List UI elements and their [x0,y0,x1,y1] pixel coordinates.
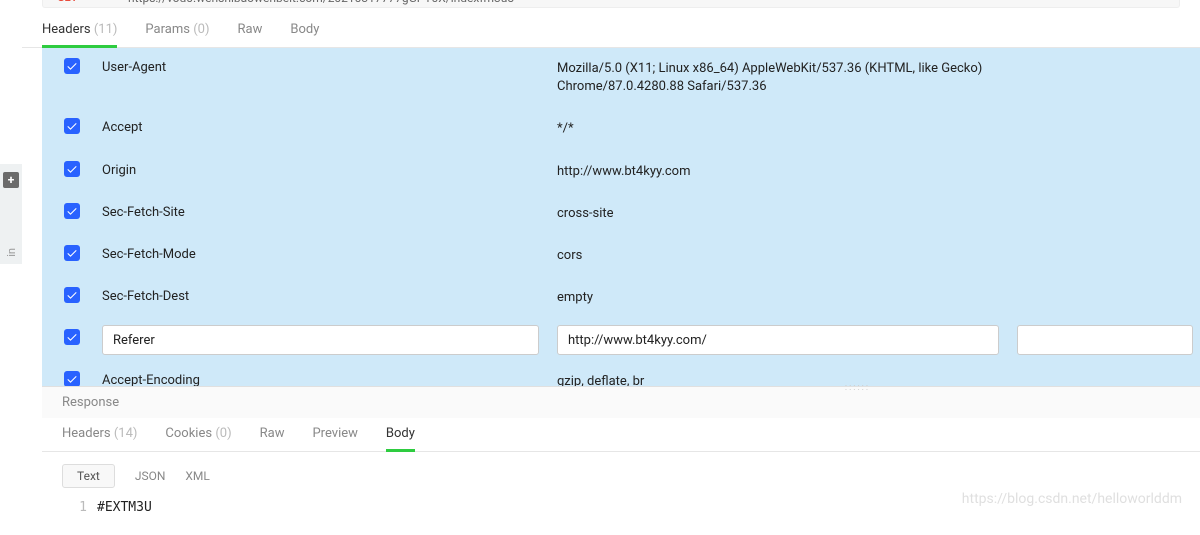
header-checkbox[interactable] [64,329,80,345]
response-body: 1 #EXTM3U [42,500,1200,515]
header-name[interactable]: Origin [102,157,557,184]
header-row: Sec-Fetch-Destempty [42,277,1200,319]
header-name[interactable] [102,325,557,355]
header-checkbox[interactable] [64,161,80,177]
method-badge: GET [57,0,78,4]
line-number: 1 [42,500,97,515]
resp-tab-preview[interactable]: Preview [312,426,357,451]
header-value[interactable]: cross-site [557,199,1017,229]
resp-tab-headers-count: (14) [114,426,138,441]
resp-tab-headers[interactable]: Headers (14) [62,426,137,451]
tab-headers[interactable]: Headers (11) [42,22,117,47]
request-url: https://vod0.wenshibaowenbelt.com/202103… [128,0,514,5]
header-row: Sec-Fetch-Modecors [42,235,1200,277]
format-text[interactable]: Text [62,464,115,488]
header-value-input[interactable] [557,325,999,355]
add-panel-icon[interactable] [3,172,19,188]
resp-tab-preview-label: Preview [312,426,357,441]
header-name[interactable]: Sec-Fetch-Site [102,199,557,226]
response-tabs: Headers (14) Cookies (0) Raw Preview Bod… [42,418,1200,452]
header-name[interactable]: Sec-Fetch-Mode [102,241,557,268]
header-value[interactable]: empty [557,283,1017,313]
header-name[interactable]: Accept-Encoding [102,367,557,386]
header-name[interactable]: Sec-Fetch-Dest [102,283,557,310]
header-row: Accept*/* [42,108,1200,150]
header-description[interactable] [1017,325,1200,355]
tab-raw[interactable]: Raw [238,22,263,47]
tab-raw-label: Raw [238,22,263,37]
header-row [42,319,1200,361]
header-checkbox[interactable] [64,287,80,303]
header-row: Sec-Fetch-Sitecross-site [42,193,1200,235]
header-name-input[interactable] [102,325,539,355]
format-tabs: Text JSON XML [42,452,1200,500]
format-json[interactable]: JSON [135,469,166,483]
response-section-label: Response :::::: [42,386,1200,418]
header-checkbox[interactable] [64,118,80,134]
header-value[interactable]: gzip, deflate, br [557,367,1017,386]
header-checkbox[interactable] [64,245,80,261]
resize-handle-icon[interactable]: :::::: [845,383,870,393]
header-value[interactable]: http://www.bt4kyy.com [557,157,1017,187]
header-value[interactable]: cors [557,241,1017,271]
tab-headers-label: Headers [42,22,91,37]
tab-body-label: Body [290,22,319,37]
resp-tab-body-label: Body [386,426,415,441]
header-name[interactable]: Accept [102,114,557,141]
header-checkbox[interactable] [64,58,80,74]
resp-tab-cookies-count: (0) [215,426,231,441]
resp-tab-cookies[interactable]: Cookies (0) [165,426,231,451]
response-label-text: Response [62,395,119,410]
header-row: User-AgentMozilla/5.0 (X11; Linux x86_64… [42,48,1200,108]
header-row: Originhttp://www.bt4kyy.com [42,151,1200,193]
resp-tab-cookies-label: Cookies [165,426,212,441]
header-name[interactable]: User-Agent [102,54,557,81]
tab-params[interactable]: Params (0) [145,22,209,47]
resp-tab-body[interactable]: Body [386,426,415,451]
headers-list: User-AgentMozilla/5.0 (X11; Linux x86_64… [42,48,1200,386]
tab-headers-count: (11) [94,22,118,37]
tab-params-label: Params [145,22,190,37]
header-checkbox[interactable] [64,371,80,386]
request-tabs: Headers (11) Params (0) Raw Body [22,8,1200,48]
tab-params-count: (0) [193,22,209,37]
header-value[interactable] [557,325,1017,355]
header-value[interactable]: Mozilla/5.0 (X11; Linux x86_64) AppleWeb… [557,54,1017,102]
format-xml[interactable]: XML [185,469,209,483]
tab-body[interactable]: Body [290,22,319,47]
resp-tab-raw[interactable]: Raw [260,426,285,451]
left-tab-label: in [5,248,18,257]
header-desc-input[interactable] [1017,325,1193,355]
resp-tab-raw-label: Raw [260,426,285,441]
header-value[interactable]: */* [557,114,1017,144]
line-content: #EXTM3U [97,500,152,515]
header-row: Accept-Encodinggzip, deflate, br [42,361,1200,386]
url-bar: GET https://vod0.wenshibaowenbelt.com/20… [42,0,1180,8]
resp-tab-headers-label: Headers [62,426,111,441]
header-checkbox[interactable] [64,203,80,219]
